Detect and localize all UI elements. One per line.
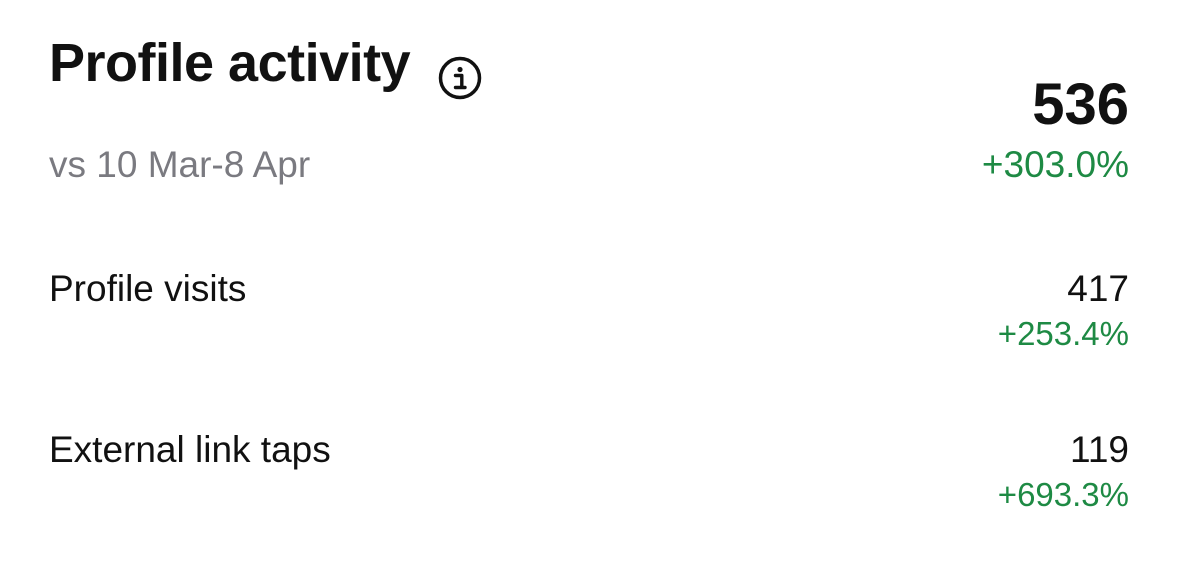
metric-value: 417 <box>1067 268 1129 309</box>
metric-value: 119 <box>1070 429 1129 470</box>
metric-change: +693.3% <box>997 476 1129 513</box>
page-title: Profile activity <box>49 33 411 93</box>
metric-row-profile-visits[interactable]: Profile visits 417 +253.4% <box>49 266 1129 366</box>
metric-change: +253.4% <box>997 315 1129 352</box>
profile-activity-panel: Profile activity vs 10 Mar-8 Apr 536 +30… <box>0 0 1179 579</box>
info-icon[interactable] <box>438 56 482 100</box>
total-activity-change: +303.0% <box>981 144 1129 185</box>
comparison-period: vs 10 Mar-8 Apr <box>49 144 311 185</box>
metric-label: External link taps <box>49 429 331 470</box>
total-activity-value: 536 <box>1032 72 1129 137</box>
metric-label: Profile visits <box>49 268 247 309</box>
metric-row-external-link-taps[interactable]: External link taps 119 +693.3% <box>49 427 1129 527</box>
header: Profile activity <box>49 28 482 100</box>
